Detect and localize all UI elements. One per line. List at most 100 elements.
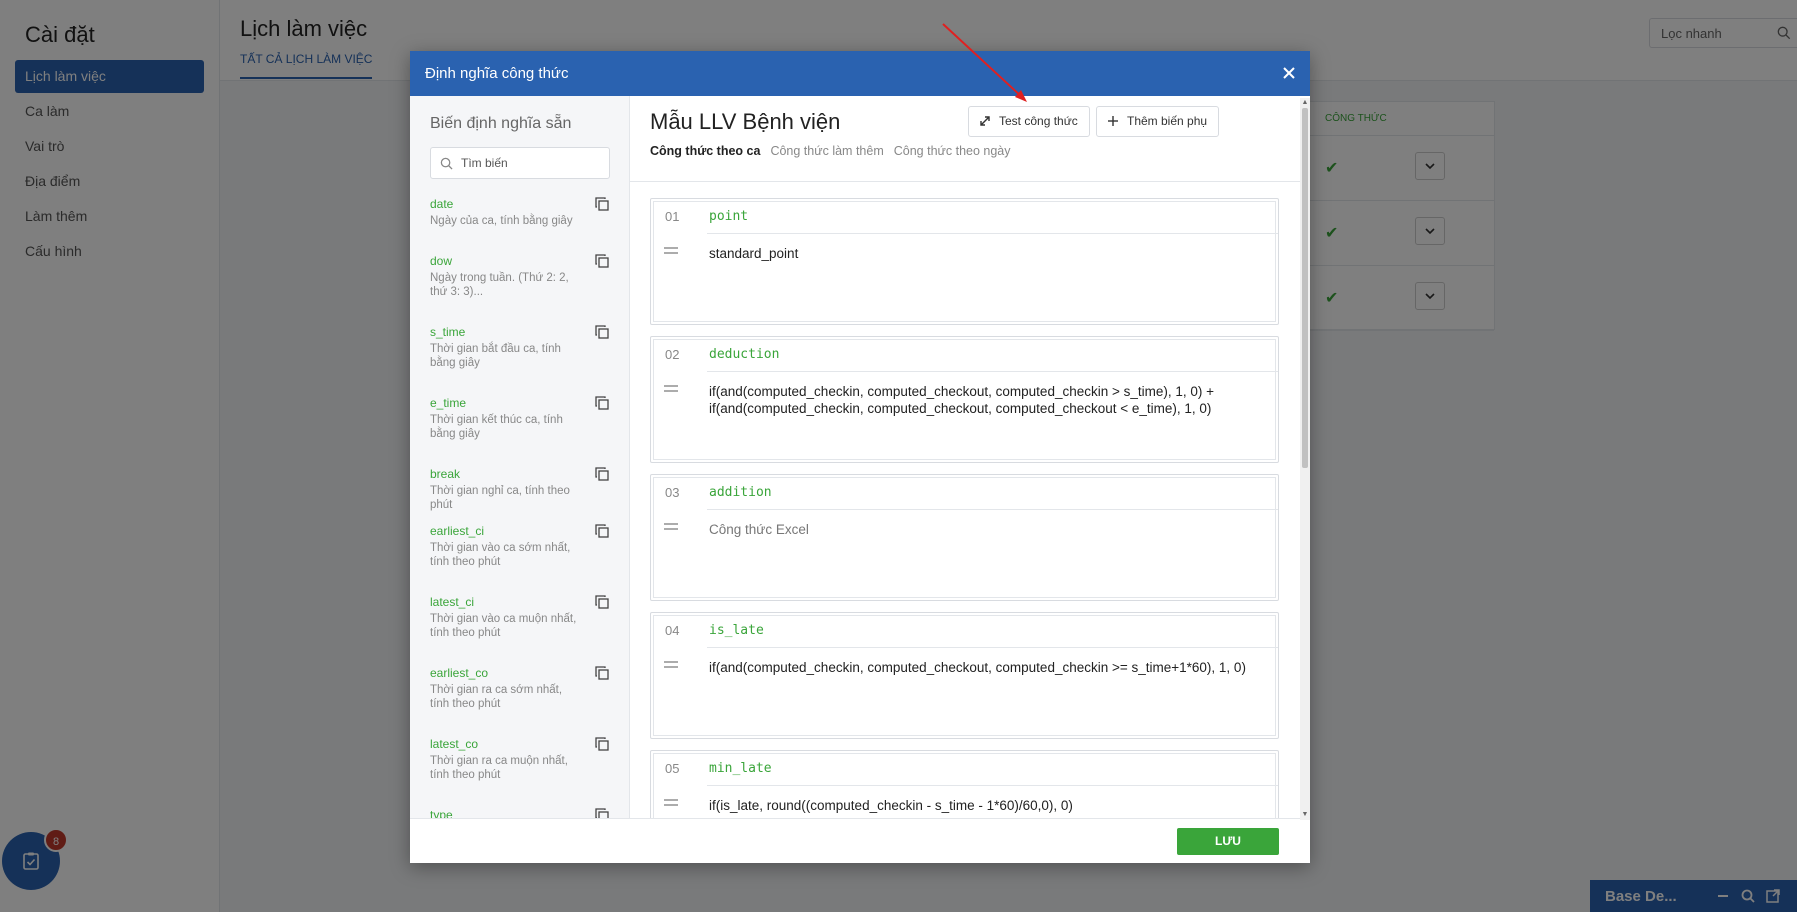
formula-divider (707, 785, 1278, 786)
variable-description: Thời gian vào ca sớm nhất, tính theo phú… (430, 542, 571, 568)
drag-handle-icon[interactable] (663, 522, 679, 532)
expand-icon (980, 116, 990, 126)
variable-search-field[interactable] (430, 147, 610, 179)
list-item: dow Ngày trong tuần. (Thứ 2: 2, thứ 3: 3)… (410, 251, 629, 322)
variables-title: Biến định nghĩa sẵn (430, 115, 572, 132)
copy-icon[interactable] (594, 196, 610, 212)
list-item: s_time Thời gian bắt đầu ca, tính bằng gi… (410, 322, 629, 393)
variable-description: Thời gian ra ca sớm nhất, tính theo phút (430, 684, 563, 710)
list-item: date Ngày của ca, tính bằng giây (410, 194, 629, 251)
add-sub-variable-button[interactable]: Thêm biến phụ (1096, 106, 1220, 137)
tab-formula[interactable]: Công thức theo ngày (894, 144, 1011, 158)
variable-name: earliest_ci (430, 524, 485, 538)
formula-expression-field[interactable]: if(and(computed_checkin, computed_checko… (709, 383, 1264, 417)
formula-divider (707, 509, 1278, 510)
tab-formula[interactable]: Công thức theo ca (650, 144, 760, 158)
variable-name: type (430, 808, 453, 818)
formula-variable-name[interactable]: point (709, 209, 748, 224)
list-item: type (410, 805, 629, 818)
variable-description: Thời gian ra ca muộn nhất, tính theo phú… (430, 755, 568, 781)
formula-scroll-area[interactable]: 01 point standard_point 02 deduction if(and(c… (630, 182, 1310, 818)
formula-list: 01 point standard_point 02 deduction if(and(c… (650, 198, 1279, 818)
close-icon[interactable] (1280, 64, 1298, 82)
list-item: latest_co Thời gian ra ca muộn nhất, tính… (410, 734, 629, 805)
copy-icon[interactable] (594, 395, 610, 411)
search-icon (440, 157, 453, 170)
variable-name: dow (430, 254, 453, 268)
modal-header: Định nghĩa công thức (410, 51, 1310, 96)
list-item: earliest_co Thời gian ra ca sớm nhất, tín… (410, 663, 629, 734)
formula-card: 02 deduction if(and(computed_checkin, comp… (650, 336, 1279, 463)
formula-divider (707, 233, 1278, 234)
predefined-variables-panel: Biến định nghĩa sẵn date Ngày của ca, tín… (410, 96, 630, 818)
variable-description: Thời gian kết thúc ca, tính bằng giây (430, 414, 563, 440)
list-item: earliest_ci Thời gian vào ca sớm nhất, tí… (410, 521, 629, 592)
formula-expression-field[interactable]: if(and(computed_checkin, computed_checko… (709, 659, 1264, 676)
variable-name: e_time (430, 396, 467, 410)
template-title: Mẫu LLV Bệnh viện (650, 109, 841, 134)
formula-variable-name[interactable]: deduction (709, 347, 779, 362)
variable-name: earliest_co (430, 666, 489, 680)
copy-icon[interactable] (594, 736, 610, 752)
drag-handle-icon[interactable] (663, 660, 679, 670)
drag-handle-icon[interactable] (663, 798, 679, 808)
list-item: break Thời gian nghỉ ca, tính theo phút (410, 464, 629, 521)
variable-description: Ngày trong tuần. (Thứ 2: 2, thứ 3: 3)... (430, 272, 569, 298)
variable-name: s_time (430, 325, 466, 339)
formula-number: 03 (665, 485, 680, 500)
plus-icon (1108, 116, 1118, 126)
copy-icon[interactable] (594, 665, 610, 681)
variable-name: latest_co (430, 737, 479, 751)
formula-number: 01 (665, 209, 680, 224)
formula-expression-field[interactable]: if(is_late, round((computed_checkin - s_… (709, 797, 1264, 814)
variable-name: break (430, 467, 461, 481)
formula-expression-field[interactable]: Công thức Excel (709, 521, 1264, 538)
formula-variable-name[interactable]: addition (709, 485, 772, 500)
variable-name: latest_ci (430, 595, 475, 609)
copy-icon[interactable] (594, 324, 610, 340)
formula-card: 04 is_late if(and(computed_checkin, comput… (650, 612, 1279, 739)
list-item: e_time Thời gian kết thúc ca, tính bằng g… (410, 393, 629, 464)
variable-description: Thời gian vào ca muộn nhất, tính theo ph… (430, 613, 577, 639)
formula-card: 05 min_late if(is_late, round((computed_ch… (650, 750, 1279, 818)
formula-variable-name[interactable]: is_late (709, 623, 764, 638)
formula-editor-header: Mẫu LLV Bệnh viện Công thức theo ca Công … (630, 96, 1310, 182)
modal-title: Định nghĩa công thức (425, 65, 569, 82)
list-item: latest_ci Thời gian vào ca muộn nhất, tín… (410, 592, 629, 663)
copy-icon[interactable] (594, 523, 610, 539)
copy-icon[interactable] (594, 594, 610, 610)
scroll-down-arrow-icon[interactable]: ▼ (1301, 811, 1309, 819)
formula-variable-name[interactable]: min_late (709, 761, 772, 776)
formula-definition-modal: Định nghĩa công thức Biến định nghĩa sẵn… (410, 51, 1310, 863)
test-formula-button[interactable]: Test công thức (968, 106, 1090, 137)
variable-description: Thời gian nghỉ ca, tính theo phút (430, 485, 570, 511)
formula-scrollbar[interactable]: ▲ ▼ (1300, 98, 1310, 820)
variable-list: date Ngày của ca, tính bằng giây dow Ngày t… (410, 194, 629, 818)
formula-editor: Mẫu LLV Bệnh viện Công thức theo ca Công … (630, 96, 1310, 818)
formula-divider (707, 371, 1278, 372)
variable-name: date (430, 197, 454, 211)
formula-card: 01 point standard_point (650, 198, 1279, 325)
copy-icon[interactable] (594, 466, 610, 482)
copy-icon[interactable] (594, 807, 610, 818)
modal-footer: LƯU (410, 818, 1310, 863)
test-formula-label: Test công thức (999, 114, 1078, 128)
formula-divider (707, 647, 1278, 648)
formula-tabs: Công thức theo ca Công thức làm thêm Công … (650, 144, 1021, 158)
drag-handle-icon[interactable] (663, 246, 679, 256)
variable-description: Ngày của ca, tính bằng giây (430, 215, 573, 227)
formula-expression-field[interactable]: standard_point (709, 245, 1264, 262)
copy-icon[interactable] (594, 253, 610, 269)
tab-formula[interactable]: Công thức làm thêm (770, 144, 883, 158)
add-sub-variable-label: Thêm biến phụ (1127, 114, 1208, 128)
variable-search-input[interactable] (461, 154, 601, 172)
formula-number: 04 (665, 623, 680, 638)
formula-number: 05 (665, 761, 680, 776)
variable-description: Thời gian bắt đầu ca, tính bằng giây (430, 343, 561, 369)
scroll-up-arrow-icon[interactable]: ▲ (1301, 99, 1309, 107)
drag-handle-icon[interactable] (663, 384, 679, 394)
scrollbar-thumb[interactable] (1302, 108, 1308, 468)
formula-number: 02 (665, 347, 680, 362)
formula-card: 03 addition Công thức Excel (650, 474, 1279, 601)
save-button[interactable]: LƯU (1177, 828, 1279, 855)
